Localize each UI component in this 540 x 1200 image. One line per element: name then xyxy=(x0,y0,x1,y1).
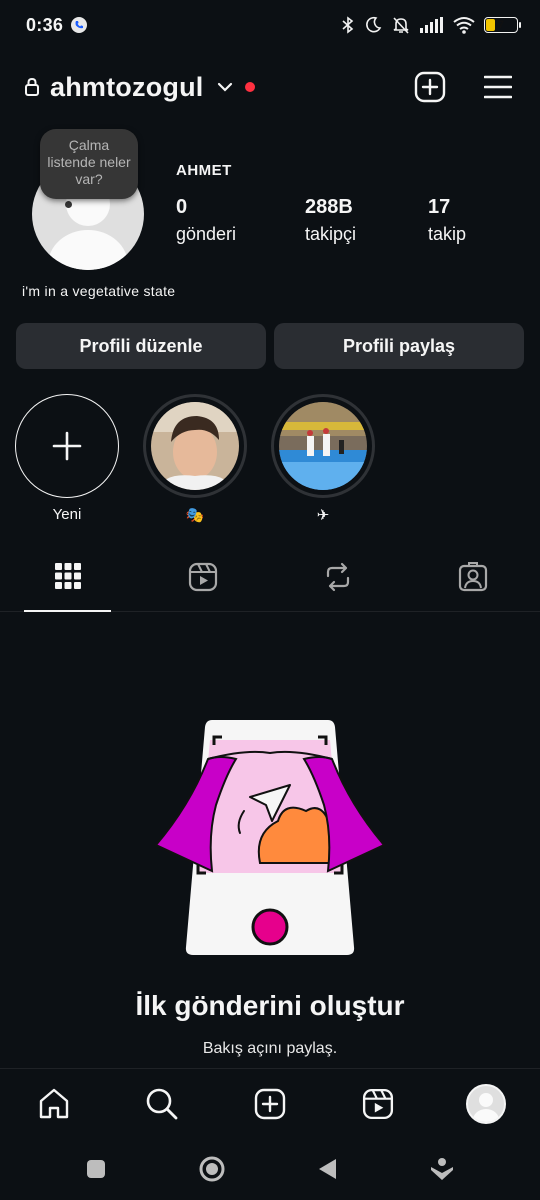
tagged-person-icon xyxy=(458,562,487,592)
edit-profile-button[interactable]: Profili düzenle xyxy=(16,323,266,369)
back-triangle-icon[interactable] xyxy=(316,1157,338,1181)
nav-profile[interactable] xyxy=(432,1083,540,1124)
stat-following-label: takip xyxy=(428,224,467,244)
system-navigation xyxy=(0,1138,540,1200)
stat-followers-value: 288B xyxy=(305,196,353,218)
menu-icon[interactable] xyxy=(484,75,512,99)
dnd-moon-icon xyxy=(366,16,382,33)
empty-state-title: İlk gönderini oluştur xyxy=(135,990,405,1021)
battery-level: 7 xyxy=(497,18,505,31)
signal-icon xyxy=(420,17,443,33)
recents-square-icon[interactable] xyxy=(85,1158,107,1180)
search-icon xyxy=(146,1088,178,1119)
lock-icon xyxy=(25,77,39,96)
call-icon xyxy=(71,17,88,33)
assistant-icon[interactable] xyxy=(429,1156,455,1182)
chevron-down-icon[interactable] xyxy=(217,82,233,92)
note-bubble[interactable]: Çalma listende neler var? xyxy=(40,129,138,199)
notification-dot xyxy=(245,82,256,92)
highlight-item[interactable]: 🎭 xyxy=(143,394,247,524)
nav-search[interactable] xyxy=(108,1087,216,1121)
highlight-label: ✈ xyxy=(316,507,330,524)
new-highlight-circle[interactable] xyxy=(15,394,119,498)
bottom-navigation xyxy=(0,1068,540,1138)
stat-posts[interactable]: 0 gönderi xyxy=(176,196,236,245)
username[interactable]: ahmtozogul xyxy=(50,72,203,103)
repost-icon xyxy=(326,562,349,592)
status-time: 0:36 xyxy=(26,14,64,35)
home-circle-icon[interactable] xyxy=(198,1155,226,1183)
highlight-label: 🎭 xyxy=(185,507,205,524)
nav-create[interactable] xyxy=(216,1088,324,1120)
tab-tagged[interactable] xyxy=(405,548,540,611)
wifi-icon xyxy=(453,17,475,34)
battery-icon: 7 xyxy=(484,17,521,33)
status-bar: 0:36 7 xyxy=(0,0,540,50)
tab-reposts[interactable] xyxy=(270,548,405,611)
profile-tabs xyxy=(0,548,540,612)
note-bubble-tail xyxy=(65,201,72,208)
stat-following-value: 17 xyxy=(428,196,451,218)
highlight-thumbnail xyxy=(151,402,239,490)
silent-bell-icon xyxy=(393,17,409,34)
highlight-label: Yeni xyxy=(52,506,82,523)
stat-followers[interactable]: 288B takipçi xyxy=(305,196,356,245)
tab-reels[interactable] xyxy=(135,548,270,611)
stat-following[interactable]: 17 takip xyxy=(428,196,466,245)
highlight-new[interactable]: Yeni xyxy=(15,394,119,523)
create-icon xyxy=(254,1088,286,1119)
highlight-thumbnail xyxy=(279,402,367,490)
profile-avatar-small xyxy=(466,1083,506,1124)
bio: i'm in a vegetative state xyxy=(22,283,176,299)
create-post-illustration xyxy=(154,720,386,955)
home-icon xyxy=(39,1088,69,1118)
share-profile-button[interactable]: Profili paylaş xyxy=(274,323,524,369)
stat-followers-label: takipçi xyxy=(305,224,357,244)
nav-reels[interactable] xyxy=(324,1088,432,1120)
plus-icon xyxy=(52,431,82,461)
highlight-item[interactable]: ✈ xyxy=(271,394,375,524)
display-name: AHMET xyxy=(176,162,232,179)
reels-icon xyxy=(188,562,217,592)
stat-posts-label: gönderi xyxy=(176,224,237,244)
empty-state-subtitle: Bakış açını paylaş. xyxy=(202,1040,338,1057)
bluetooth-icon xyxy=(342,16,354,34)
tab-posts-grid[interactable] xyxy=(0,548,135,612)
profile-header: ahmtozogul xyxy=(0,62,540,112)
create-post-icon[interactable] xyxy=(414,71,446,103)
nav-home[interactable] xyxy=(0,1087,108,1121)
stat-posts-value: 0 xyxy=(176,196,188,218)
grid-icon xyxy=(54,563,81,589)
reels-icon xyxy=(362,1088,394,1119)
